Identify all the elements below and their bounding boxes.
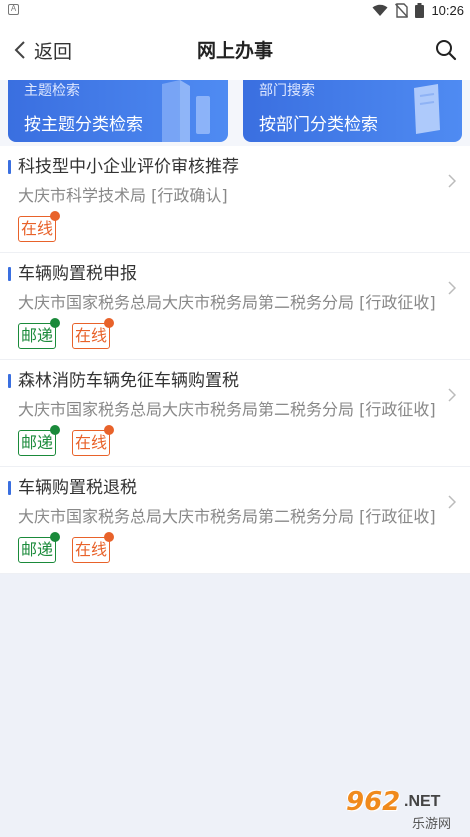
search-icon[interactable]: [434, 38, 458, 62]
chevron-right-icon: [448, 388, 456, 402]
item-tags: 邮递 在线: [18, 318, 430, 349]
item-department: 大庆市国家税务总局大庆市税务局第二税务分局 [行政征收]: [18, 293, 436, 312]
online-tag: 在线: [72, 532, 115, 563]
check-badge-icon: [50, 532, 61, 542]
nav-bar: 返回 网上办事: [0, 20, 470, 80]
building-icon: [162, 80, 210, 142]
category-cards: 主题检索 按主题分类检索 部门搜索 按部门分类检索: [0, 80, 470, 146]
tag-label: 在线: [75, 433, 108, 452]
item-title: 森林消防车辆免征车辆购置税: [18, 371, 239, 391]
card-title: 按主题分类检索: [24, 115, 143, 135]
chevron-right-icon: [448, 174, 456, 188]
card-title: 按部门分类检索: [259, 115, 378, 135]
online-tag: 在线: [72, 318, 115, 349]
item-title: 科技型中小企业评价审核推荐: [18, 157, 239, 177]
page-title: 网上办事: [196, 40, 273, 62]
item-department: 大庆市国家税务总局大庆市税务局第二税务分局 [行政征收]: [18, 400, 436, 419]
check-badge-icon: [50, 425, 61, 435]
watermark-domain: .NET: [404, 793, 441, 810]
list-item[interactable]: 森林消防车辆免征车辆购置税 大庆市国家税务总局大庆市税务局第二税务分局 [行政征…: [0, 360, 470, 467]
online-tag: 在线: [18, 211, 61, 242]
status-bar: A 10:26: [0, 0, 470, 20]
list-item[interactable]: 车辆购置税退税 大庆市国家税务总局大庆市税务局第二税务分局 [行政征收] 邮递 …: [0, 467, 470, 574]
battery-icon: [415, 2, 425, 18]
tag-label: 邮递: [21, 326, 54, 345]
item-title: 车辆购置税申报: [18, 264, 137, 284]
item-department: 大庆市科学技术局 [行政确认]: [18, 186, 228, 205]
check-badge-icon: [50, 211, 61, 221]
tag-label: 在线: [75, 326, 108, 345]
check-badge-icon: [50, 318, 61, 328]
watermark-logo: 962 .NET 乐游网: [334, 787, 464, 833]
item-tags: 在线: [18, 211, 430, 242]
clock: 10:26: [431, 2, 464, 18]
check-badge-icon: [104, 318, 115, 328]
watermark-site: 乐游网: [412, 817, 452, 832]
check-badge-icon: [104, 532, 115, 542]
theme-search-card[interactable]: 主题检索 按主题分类检索: [8, 80, 228, 142]
item-tags: 邮递 在线: [18, 532, 430, 563]
item-title: 车辆购置税退税: [18, 478, 137, 498]
tag-label: 邮递: [21, 540, 54, 559]
chevron-right-icon: [448, 495, 456, 509]
watermark-number: 962: [346, 787, 401, 817]
list-item[interactable]: 车辆购置税申报 大庆市国家税务总局大庆市税务局第二税务分局 [行政征收] 邮递 …: [0, 253, 470, 360]
mail-tag: 邮递: [18, 318, 61, 349]
tag-label: 在线: [75, 540, 108, 559]
book-icon: [414, 84, 440, 134]
status-icons: 10:26: [372, 1, 464, 19]
chevron-right-icon: [448, 281, 456, 295]
tag-label: 在线: [21, 219, 54, 238]
mail-tag: 邮递: [18, 425, 61, 456]
item-department: 大庆市国家税务总局大庆市税务局第二税务分局 [行政征收]: [18, 507, 436, 526]
mail-tag: 邮递: [18, 532, 61, 563]
item-tags: 邮递 在线: [18, 425, 430, 456]
department-search-card[interactable]: 部门搜索 按部门分类检索: [243, 80, 462, 142]
app-notification-icon: A: [8, 4, 19, 15]
list-item[interactable]: 科技型中小企业评价审核推荐 大庆市科学技术局 [行政确认] 在线: [0, 146, 470, 253]
no-sim-icon: [395, 2, 409, 18]
check-badge-icon: [104, 425, 115, 435]
online-tag: 在线: [72, 425, 115, 456]
wifi-icon: [372, 4, 388, 16]
card-subtitle: 主题检索: [24, 83, 80, 99]
main-content: 主题检索 按主题分类检索 部门搜索 按部门分类检索 科技型中小企业评价审核推荐 …: [0, 80, 470, 574]
tag-label: 邮递: [21, 433, 54, 452]
service-list: 科技型中小企业评价审核推荐 大庆市科学技术局 [行政确认] 在线 车辆购置税申报…: [0, 146, 470, 574]
card-subtitle: 部门搜索: [259, 83, 315, 99]
